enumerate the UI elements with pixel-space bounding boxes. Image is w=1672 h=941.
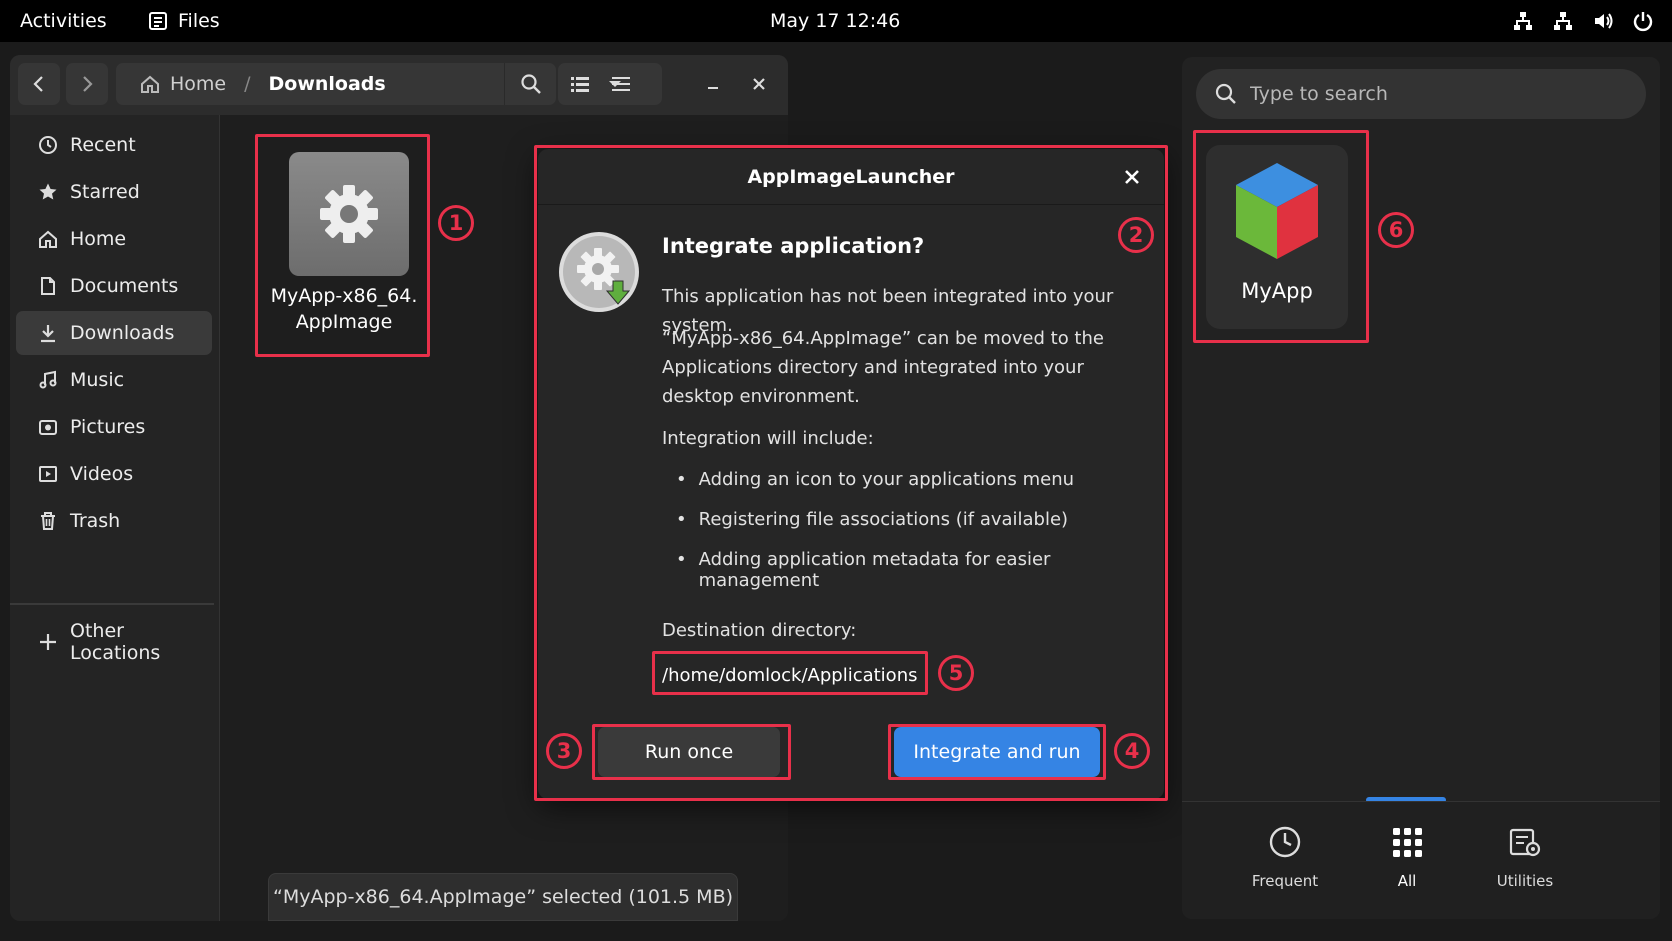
main-menu-button[interactable] — [600, 63, 642, 105]
chevron-left-icon — [33, 76, 43, 92]
sidebar: Recent Starred Home Documents Downloads … — [10, 115, 220, 921]
gear-icon — [320, 185, 378, 243]
search-icon — [1215, 83, 1236, 104]
sidebar-item-recent[interactable]: Recent — [16, 123, 212, 167]
sidebar-item-starred[interactable]: Starred — [16, 170, 212, 214]
forward-button[interactable] — [66, 63, 108, 105]
power-icon[interactable] — [1632, 10, 1654, 32]
files-app-icon — [149, 12, 167, 30]
app-icon-myapp[interactable]: MyApp — [1206, 145, 1348, 329]
dialog-move-explanation: “MyApp-x86_64.AppImage” can be moved to … — [662, 328, 1104, 407]
close-window-button[interactable] — [738, 63, 780, 105]
integrate-and-run-button[interactable]: Integrate and run — [894, 727, 1100, 777]
utilities-icon — [1509, 828, 1541, 857]
integration-dialog: AppImageLauncher Integrate application? … — [538, 149, 1164, 799]
dialog-close-button[interactable] — [1118, 163, 1146, 191]
executable-file-icon — [289, 152, 409, 276]
trash-icon — [41, 512, 55, 530]
path-current-folder[interactable]: Downloads — [269, 73, 386, 95]
app-category-bar: Frequent All Utilities — [1182, 801, 1660, 919]
system-tray[interactable] — [1512, 0, 1654, 42]
sidebar-item-documents[interactable]: Documents — [16, 264, 212, 308]
annotation-marker-1: 1 — [438, 205, 474, 241]
overview-search[interactable] — [1196, 69, 1646, 119]
dialog-title: AppImageLauncher — [747, 166, 955, 188]
path-home-button[interactable]: Home — [140, 73, 226, 95]
sidebar-item-downloads[interactable]: Downloads — [16, 311, 212, 355]
search-input[interactable] — [1250, 83, 1610, 105]
star-icon — [39, 183, 57, 200]
app-label: MyApp — [1241, 279, 1313, 303]
download-icon — [41, 325, 55, 343]
hamburger-menu-icon — [612, 77, 630, 91]
activities-overview-panel: MyApp Frequent All Utilities — [1182, 57, 1660, 919]
integration-bullet: • Adding application metadata for easier … — [676, 549, 1051, 591]
annotation-marker-2: 2 — [1118, 217, 1154, 253]
camera-icon — [39, 420, 57, 435]
category-frequent[interactable]: Frequent — [1240, 824, 1330, 890]
annotation-marker-6: 6 — [1378, 212, 1414, 248]
clock[interactable]: May 17 12:46 — [770, 0, 900, 42]
cube-app-icon — [1236, 163, 1318, 259]
integration-bullet: • Adding an icon to your applications men… — [676, 469, 1075, 490]
wired-network-icon[interactable] — [1552, 10, 1574, 32]
sidebar-item-other-locations[interactable]: Other Locations — [16, 620, 212, 664]
minimize-button[interactable] — [692, 63, 734, 105]
music-icon — [39, 370, 57, 389]
sidebar-item-music[interactable]: Music — [16, 358, 212, 402]
close-icon — [1125, 170, 1139, 184]
path-separator: / — [244, 73, 251, 95]
annotation-marker-5: 5 — [938, 655, 974, 691]
clock-icon — [39, 136, 57, 154]
run-once-button[interactable]: Run once — [598, 727, 780, 777]
annotation-marker-4: 4 — [1114, 733, 1150, 769]
home-icon — [39, 230, 57, 248]
list-view-icon — [571, 77, 589, 92]
category-all[interactable]: All — [1362, 824, 1452, 890]
app-menu-files[interactable]: Files — [148, 0, 220, 42]
annotation-marker-3: 3 — [546, 733, 582, 769]
integration-include-label: Integration will include: — [662, 428, 874, 449]
selection-status: “MyApp-x86_64.AppImage” selected (101.5 … — [268, 873, 738, 921]
app-name: Files — [178, 10, 220, 32]
grid-icon — [1393, 828, 1422, 857]
sidebar-item-pictures[interactable]: Pictures — [16, 405, 212, 449]
sidebar-item-trash[interactable]: Trash — [16, 499, 212, 543]
close-icon — [753, 78, 765, 90]
file-name-label: MyApp-x86_64. AppImage — [270, 285, 418, 333]
dialog-header: AppImageLauncher — [538, 149, 1164, 205]
network-icon[interactable] — [1512, 10, 1534, 32]
path-bar[interactable]: Home / Downloads — [116, 63, 556, 105]
sidebar-divider — [10, 603, 214, 605]
chevron-right-icon — [83, 76, 93, 92]
clock-icon — [1269, 826, 1301, 858]
back-button[interactable] — [18, 63, 60, 105]
volume-icon[interactable] — [1592, 10, 1614, 32]
top-bar: Activities Files May 17 12:46 — [0, 0, 1672, 42]
destination-directory-field[interactable]: /home/domlock/Applications — [654, 654, 924, 696]
minimize-icon — [708, 87, 718, 89]
destination-label: Destination directory: — [662, 620, 857, 641]
video-icon — [39, 466, 57, 482]
integration-bullet: • Registering file associations (if avail… — [676, 509, 1069, 530]
sidebar-item-home[interactable]: Home — [16, 217, 212, 261]
dialog-heading: Integrate application? — [662, 234, 925, 258]
sidebar-item-videos[interactable]: Videos — [16, 452, 212, 496]
plus-icon — [40, 634, 56, 650]
category-utilities[interactable]: Utilities — [1480, 824, 1570, 890]
header-bar: Home / Downloads — [10, 55, 788, 115]
search-button[interactable] — [504, 63, 556, 105]
home-icon — [141, 75, 159, 93]
activities-button[interactable]: Activities — [20, 0, 107, 42]
appimage-install-icon — [559, 232, 639, 312]
file-item-appimage[interactable]: MyApp-x86_64. AppImage — [264, 133, 424, 339]
document-icon — [41, 277, 55, 295]
search-icon — [520, 74, 541, 94]
